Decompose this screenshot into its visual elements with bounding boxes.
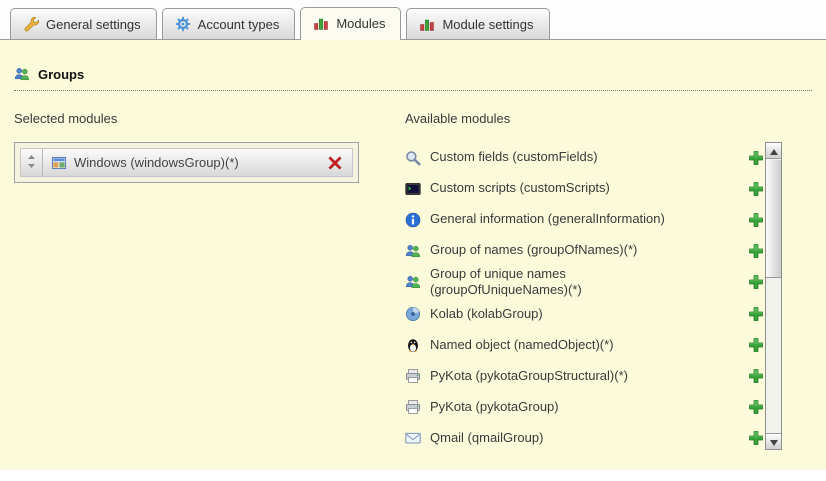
plus-icon (748, 150, 764, 166)
plus-icon (748, 274, 764, 290)
mail-icon (405, 430, 421, 446)
selected-modules-list: Windows (windowsGroup)(*) (20, 148, 353, 177)
tab-label: Account types (198, 17, 280, 32)
add-module-button[interactable] (748, 368, 764, 384)
available-module-row: PyKota (pykotaGroup) (405, 392, 764, 423)
selected-modules-heading: Selected modules (14, 111, 389, 126)
scroll-thumb[interactable] (766, 160, 781, 278)
gear-icon (175, 16, 191, 32)
section-title: Groups (38, 67, 84, 82)
plus-icon (748, 399, 764, 415)
tab-label: Module settings (442, 17, 533, 32)
tab-label: Modules (336, 16, 385, 31)
scroll-down-button[interactable] (766, 433, 781, 449)
modules-chart-icon (419, 16, 435, 32)
modules-columns: Selected modules Windows (windowsGroup)(… (14, 101, 812, 454)
group-icon (405, 274, 421, 290)
magnifier-icon (405, 150, 421, 166)
add-module-button[interactable] (748, 212, 764, 228)
available-module-row: Kolab (kolabGroup) (405, 299, 764, 330)
drag-handle[interactable] (21, 149, 43, 176)
available-module-label: PyKota (pykotaGroupStructural)(*) (430, 368, 628, 384)
add-module-button[interactable] (748, 150, 764, 166)
plus-icon (748, 337, 764, 353)
available-module-label: Kolab (kolabGroup) (430, 306, 543, 322)
drag-icon (27, 155, 36, 171)
add-module-button[interactable] (748, 181, 764, 197)
groups-section-header: Groups (14, 40, 812, 91)
available-module-row: Custom scripts (customScripts) (405, 173, 764, 204)
available-modules-column: Available modules Custom fields (customF… (389, 101, 812, 454)
windows-icon (51, 155, 67, 171)
available-modules-list: Custom fields (customFields) Custom scri… (405, 142, 764, 454)
plus-icon (748, 430, 764, 446)
available-module-label: Named object (namedObject)(*) (430, 337, 614, 353)
plus-icon (748, 368, 764, 384)
selected-module-label: Windows (windowsGroup)(*) (74, 155, 327, 170)
tab-label: General settings (46, 17, 141, 32)
tab-bar: General settings Account types Modules M… (0, 0, 826, 40)
available-module-label: Group of unique names (groupOfUniqueName… (430, 266, 692, 299)
tux-icon (405, 337, 421, 353)
add-module-button[interactable] (748, 306, 764, 322)
scroll-up-button[interactable] (766, 143, 781, 159)
selected-modules-column: Selected modules Windows (windowsGroup)(… (14, 101, 389, 454)
available-module-row: Named object (namedObject)(*) (405, 330, 764, 361)
scrollbar[interactable] (765, 142, 782, 450)
printer-icon (405, 399, 421, 415)
available-module-label: Custom fields (customFields) (430, 149, 598, 165)
add-module-button[interactable] (748, 430, 764, 446)
content-area: Groups Selected modules Windows (windows… (0, 40, 826, 470)
available-module-row: PyKota (pykotaGroupStructural)(*) (405, 361, 764, 392)
tab-modules[interactable]: Modules (300, 7, 401, 40)
available-module-row: Group of names (groupOfNames)(*) (405, 235, 764, 266)
add-module-button[interactable] (748, 243, 764, 259)
selected-module-row: Windows (windowsGroup)(*) (20, 148, 353, 177)
remove-module-button[interactable] (327, 155, 343, 171)
available-module-label: Group of names (groupOfNames)(*) (430, 242, 637, 258)
add-module-button[interactable] (748, 337, 764, 353)
add-module-button[interactable] (748, 399, 764, 415)
plus-icon (748, 243, 764, 259)
plus-icon (748, 181, 764, 197)
arrow-up-icon (770, 143, 778, 158)
tab-account-types[interactable]: Account types (162, 8, 296, 39)
kolab-icon (405, 306, 421, 322)
available-module-row: Group of unique names (groupOfUniqueName… (405, 266, 764, 299)
available-module-row: General information (generalInformation) (405, 204, 764, 235)
info-icon (405, 212, 421, 228)
available-module-row: Qmail (qmailGroup) (405, 423, 764, 454)
arrow-down-icon (770, 434, 778, 449)
group-icon (405, 243, 421, 259)
tab-general-settings[interactable]: General settings (10, 8, 157, 39)
printer-icon (405, 368, 421, 384)
modules-chart-icon (313, 15, 329, 31)
add-module-button[interactable] (748, 274, 764, 290)
wrench-icon (23, 16, 39, 32)
available-module-label: PyKota (pykotaGroup) (430, 399, 559, 415)
available-module-label: General information (generalInformation) (430, 211, 665, 227)
delete-icon (327, 155, 343, 171)
plus-icon (748, 306, 764, 322)
available-module-row: Custom fields (customFields) (405, 142, 764, 173)
available-module-label: Custom scripts (customScripts) (430, 180, 610, 196)
tab-module-settings[interactable]: Module settings (406, 8, 549, 39)
plus-icon (748, 212, 764, 228)
groups-icon (14, 66, 30, 82)
screen-icon (405, 181, 421, 197)
selected-modules-box: Windows (windowsGroup)(*) (14, 142, 359, 183)
available-modules-heading: Available modules (405, 111, 764, 126)
available-module-label: Qmail (qmailGroup) (430, 430, 543, 446)
